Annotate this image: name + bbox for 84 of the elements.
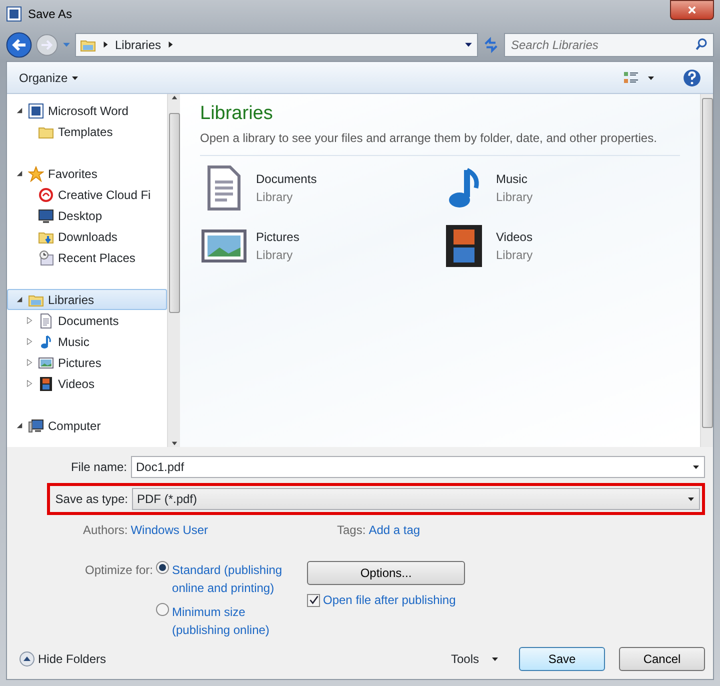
- library-item[interactable]: Videos Library: [440, 222, 680, 270]
- organize-button[interactable]: Organize: [19, 68, 79, 86]
- tools-button[interactable]: Tools: [450, 650, 499, 668]
- tree-item[interactable]: Libraries: [7, 289, 167, 310]
- scrollbar-thumb[interactable]: [168, 113, 180, 313]
- tree-item[interactable]: Documents: [7, 310, 167, 331]
- library-item[interactable]: Music Library: [440, 164, 680, 212]
- tree-item[interactable]: Recent Places: [7, 247, 167, 268]
- tree-item[interactable]: Videos: [7, 373, 167, 394]
- radio-label[interactable]: Standard (publishing online and printing): [172, 561, 294, 597]
- expanded-arrow-icon: [16, 106, 22, 114]
- cloud-icon: [38, 186, 54, 202]
- tree-item[interactable]: Downloads: [7, 226, 167, 247]
- collapsed-arrow-icon: [26, 358, 32, 366]
- tree-item[interactable]: Music: [7, 331, 167, 352]
- field-label: Save as type:: [54, 491, 129, 508]
- help-icon[interactable]: [683, 68, 701, 86]
- library-item[interactable]: Pictures Library: [200, 222, 440, 270]
- collapsed-arrow-icon: [26, 380, 32, 387]
- computer-icon: [28, 418, 44, 434]
- search-icon: [695, 38, 708, 51]
- chevron-right-icon: [102, 41, 109, 48]
- tree-item[interactable]: Microsoft Word: [7, 100, 167, 121]
- caret-icon: [70, 74, 79, 82]
- view-options-icon[interactable]: [623, 70, 639, 86]
- collapsed-arrow-icon: [26, 338, 32, 345]
- library-item[interactable]: Documents Library: [200, 164, 440, 212]
- chevron-right-icon: [167, 41, 174, 48]
- scrollbar-thumb[interactable]: [702, 98, 712, 428]
- cancel-button[interactable]: Cancel: [619, 647, 705, 671]
- tree-item[interactable]: Favorites: [7, 163, 167, 184]
- address-bar[interactable]: Libraries: [75, 32, 478, 57]
- clock-icon: [38, 250, 54, 266]
- star-icon: [28, 166, 44, 182]
- optimize-label: Optimize for:: [85, 562, 154, 579]
- radio-label[interactable]: Minimum size (publishing online): [172, 603, 294, 639]
- monitor-icon: [38, 208, 54, 224]
- forward-button[interactable]: [36, 34, 58, 56]
- close-button[interactable]: [670, 0, 714, 20]
- meta-label: Tags:: [337, 522, 366, 539]
- authors-link[interactable]: Windows User: [130, 521, 208, 539]
- caret-icon: [647, 74, 655, 82]
- check-icon: [308, 595, 318, 605]
- document-app-icon: [28, 102, 44, 118]
- close-icon: [687, 5, 697, 15]
- search-field[interactable]: Search Libraries: [504, 32, 714, 57]
- expanded-arrow-icon: [16, 422, 22, 429]
- save-button[interactable]: Save: [519, 647, 605, 671]
- picture-icon: [38, 354, 54, 370]
- back-button[interactable]: [6, 32, 32, 58]
- checkbox[interactable]: [307, 594, 320, 606]
- meta-label: Authors:: [83, 522, 128, 539]
- document-app-icon: [6, 6, 22, 22]
- content-description: Open a library to see your files and arrange them by folder, date, and other properties.: [200, 128, 680, 156]
- collapsed-arrow-icon: [26, 316, 32, 324]
- document-icon: [38, 312, 54, 328]
- caret-icon: [491, 655, 499, 663]
- options-button[interactable]: Options...: [307, 561, 465, 585]
- dropdown-arrow-icon: [464, 40, 473, 50]
- hide-folders-button[interactable]: Hide Folders: [19, 650, 106, 668]
- tags-link[interactable]: Add a tag: [368, 521, 420, 539]
- type-dropdown[interactable]: PDF (*.pdf): [132, 488, 700, 510]
- tree-item[interactable]: Creative Cloud Fi: [7, 184, 167, 205]
- radio-button[interactable]: [156, 561, 170, 574]
- music-note-icon: [38, 334, 54, 350]
- tree-item[interactable]: Pictures: [7, 352, 167, 373]
- breadcrumb[interactable]: Libraries: [115, 36, 162, 54]
- content-title: Libraries: [200, 102, 274, 126]
- radio-button[interactable]: [156, 603, 170, 616]
- tree-item[interactable]: Desktop: [7, 205, 167, 226]
- filename-field[interactable]: Doc1.pdf: [131, 456, 705, 478]
- dropdown-arrow-icon: [692, 463, 700, 471]
- dropdown-arrow-icon: [687, 495, 695, 503]
- expanded-arrow-icon: [16, 296, 22, 303]
- field-label: File name:: [70, 459, 128, 476]
- dropdown-arrow-icon: [62, 40, 71, 50]
- scroll-down-icon: [170, 440, 178, 447]
- tree-item[interactable]: Templates: [7, 121, 167, 142]
- film-icon: [38, 376, 54, 392]
- collapse-up-icon: [19, 651, 35, 667]
- checkbox-label[interactable]: Open file after publishing: [323, 591, 456, 609]
- window-title: Save As: [28, 6, 72, 24]
- tree-item[interactable]: Computer: [7, 415, 167, 436]
- expanded-arrow-icon: [16, 170, 22, 177]
